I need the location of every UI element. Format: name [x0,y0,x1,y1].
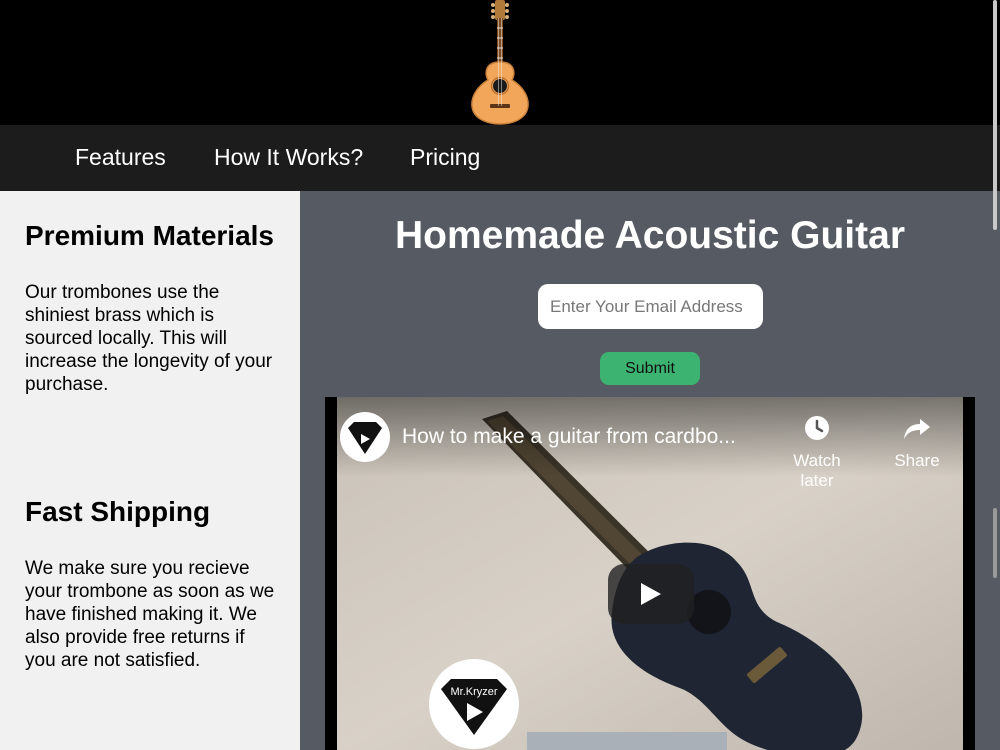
feature-description: We make sure you recieve your trombone a… [25,558,275,671]
feature-premium-materials: Premium Materials Our trombones use the … [25,219,280,396]
play-icon [641,583,661,605]
main-content: Homemade Acoustic Guitar Submit [300,191,1000,750]
channel-watermark[interactable]: Mr.Kryzer [429,659,519,749]
scrollbar-thumb-secondary[interactable] [993,508,997,578]
video-thumbnail[interactable]: How to make a guitar from cardbo... Watc… [337,397,963,750]
diamond-logo-icon: Mr.Kryzer [441,679,507,735]
clock-icon [805,416,829,440]
email-input[interactable] [538,284,763,329]
video-player[interactable]: How to make a guitar from cardbo... Watc… [325,397,975,750]
play-button[interactable] [608,564,694,624]
page-title: Homemade Acoustic Guitar [394,214,905,257]
share-button[interactable]: Share [877,413,957,471]
nav-link-features[interactable]: Features [75,125,166,191]
video-title[interactable]: How to make a guitar from cardbo... [402,425,772,449]
svg-text:Mr.Kryzer: Mr.Kryzer [450,686,497,698]
feature-title: Premium Materials [25,220,274,251]
header [0,0,1000,125]
diamond-logo-icon [348,422,382,454]
watch-later-button[interactable]: Watch later [777,413,857,491]
navbar: Features How It Works? Pricing [0,125,1000,191]
page-scrollbar[interactable] [990,0,1000,750]
feature-description: Our trombones use the shiniest brass whi… [25,282,273,395]
submit-button[interactable]: Submit [600,352,700,385]
feature-fast-shipping: Fast Shipping We make sure you recieve y… [25,495,280,672]
channel-avatar-small[interactable] [340,412,390,462]
guitar-logo-icon[interactable] [468,0,532,125]
share-arrow-icon [904,419,930,439]
page: Features How It Works? Pricing Premium M… [0,0,1000,750]
watch-later-label: Watch later [793,451,841,490]
nav-link-how-it-works[interactable]: How It Works? [214,125,363,191]
scrollbar-thumb[interactable] [993,0,997,230]
nav-link-pricing[interactable]: Pricing [410,125,480,191]
features-sidebar: Premium Materials Our trombones use the … [0,191,300,750]
share-label: Share [894,451,940,470]
feature-title: Fast Shipping [25,496,211,527]
